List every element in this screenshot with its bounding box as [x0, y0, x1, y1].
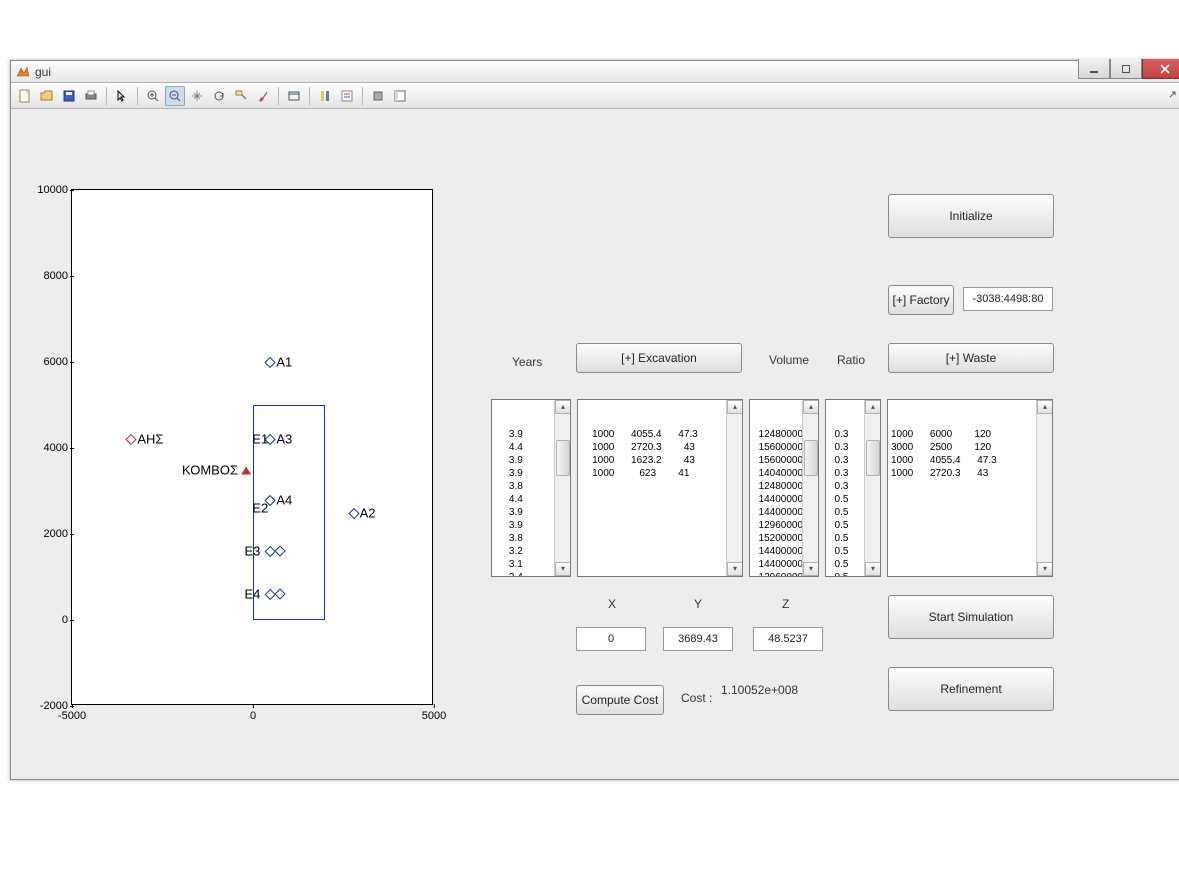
hide-tools-icon[interactable]: [368, 86, 388, 106]
minimize-button[interactable]: [1078, 59, 1110, 79]
excavation-listbox[interactable]: 1000 4055.4 47.3 1000 2720.3 43 1000 162…: [577, 399, 743, 577]
figure-content: -20000200040006000800010000-500005000A1A…: [11, 109, 1179, 779]
window-controls: [1078, 59, 1179, 79]
scroll-thumb[interactable]: [804, 440, 818, 476]
plot-point: A4: [264, 492, 292, 507]
rotate-icon[interactable]: [209, 86, 229, 106]
scroll-up-icon[interactable]: ▴: [865, 400, 881, 414]
zoom-in-icon[interactable]: [143, 86, 163, 106]
save-icon[interactable]: [59, 86, 79, 106]
years-listbox[interactable]: 3.9 4.4 3.9 3.9 3.8 4.4 3.9 3.9 3.8 3.2 …: [491, 399, 571, 577]
compute-cost-button[interactable]: Compute Cost: [576, 685, 664, 715]
print-icon[interactable]: [81, 86, 101, 106]
list-item[interactable]: 1000 1623.2 43: [581, 454, 739, 467]
axis-tick-y: 6000: [32, 356, 68, 368]
link-icon[interactable]: [284, 86, 304, 106]
axis-tick-x: 5000: [422, 710, 446, 722]
refinement-button[interactable]: Refinement: [888, 667, 1054, 711]
window-title: gui: [35, 65, 51, 79]
ratio-label: Ratio: [837, 353, 865, 367]
axis-tick-y: 4000: [32, 442, 68, 454]
cost-label: Cost :: [681, 691, 712, 705]
toolbar: [11, 83, 1179, 109]
plot-point: E3: [244, 544, 276, 559]
legend-icon[interactable]: [337, 86, 357, 106]
scroll-up-icon[interactable]: ▴: [555, 400, 571, 414]
ratio-listbox[interactable]: 0.3 0.3 0.3 0.3 0.3 0.5 0.5 0.5 0.5 0.5 …: [825, 399, 881, 577]
axis-tick-y: 10000: [32, 184, 68, 196]
scroll-thumb[interactable]: [866, 440, 880, 476]
factory-button[interactable]: [+] Factory: [888, 285, 954, 315]
list-item[interactable]: 1000 2720.3 43: [581, 441, 739, 454]
plot-point: A3: [264, 432, 292, 447]
pan-icon[interactable]: [187, 86, 207, 106]
list-item[interactable]: 1000 6000 120: [891, 428, 1049, 441]
scrollbar[interactable]: ▴ ▾: [554, 400, 570, 576]
close-button[interactable]: [1142, 59, 1179, 79]
open-folder-icon[interactable]: [37, 86, 57, 106]
scroll-down-icon[interactable]: ▾: [1037, 562, 1053, 576]
new-file-icon[interactable]: [15, 86, 35, 106]
list-item[interactable]: 1000 623 41: [581, 467, 739, 480]
axis-tick-y: 2000: [32, 528, 68, 540]
plot-point: A2: [348, 505, 376, 520]
years-label: Years: [512, 355, 542, 369]
scroll-up-icon[interactable]: ▴: [727, 400, 743, 414]
scroll-thumb[interactable]: [556, 440, 570, 476]
x-input[interactable]: [576, 627, 646, 651]
list-item[interactable]: 1000 2720.3 43: [891, 467, 1049, 480]
list-item[interactable]: 1000 4055.4 47.3: [891, 454, 1049, 467]
initialize-button[interactable]: Initialize: [888, 194, 1054, 238]
scrollbar[interactable]: ▴ ▾: [1036, 400, 1052, 576]
z-label: Z: [782, 597, 789, 611]
colorbar-icon[interactable]: [315, 86, 335, 106]
start-simulation-button[interactable]: Start Simulation: [888, 595, 1054, 639]
list-item[interactable]: 3000 2500 120: [891, 441, 1049, 454]
list-item[interactable]: 1000 4055.4 47.3: [581, 428, 739, 441]
waste-button[interactable]: [+] Waste: [888, 343, 1054, 373]
plot-point: A1: [264, 355, 292, 370]
titlebar: gui: [11, 61, 1179, 83]
scroll-down-icon[interactable]: ▾: [865, 562, 881, 576]
dock-icon[interactable]: [1164, 86, 1179, 106]
y-input[interactable]: [663, 627, 733, 651]
axis-tick-x: -5000: [58, 710, 86, 722]
volume-label: Volume: [769, 353, 809, 367]
plot-axes[interactable]: -20000200040006000800010000-500005000A1A…: [71, 189, 433, 705]
scroll-down-icon[interactable]: ▾: [727, 562, 743, 576]
scrollbar[interactable]: ▴ ▾: [864, 400, 880, 576]
plot-point: E1: [252, 432, 268, 447]
excavation-button[interactable]: [+] Excavation: [576, 343, 742, 373]
data-cursor-icon[interactable]: [231, 86, 251, 106]
matlab-icon: [15, 64, 31, 80]
plot-point: ΚΟΜΒΟΣ: [182, 462, 252, 477]
axis-tick-x: 0: [250, 710, 256, 722]
scroll-down-icon[interactable]: ▾: [555, 562, 571, 576]
axis-tick-y: 8000: [32, 270, 68, 282]
plot-point: ΑΗΣ: [125, 432, 163, 447]
scrollbar[interactable]: ▴ ▾: [802, 400, 818, 576]
app-window: gui -20: [10, 60, 1179, 780]
scroll-up-icon[interactable]: ▴: [803, 400, 819, 414]
show-tools-icon[interactable]: [390, 86, 410, 106]
scrollbar[interactable]: ▴ ▾: [726, 400, 742, 576]
plot-point: E4: [244, 587, 276, 602]
x-label: X: [608, 597, 616, 611]
zoom-out-icon[interactable]: [165, 86, 185, 106]
maximize-button[interactable]: [1110, 59, 1142, 79]
z-input[interactable]: [753, 627, 823, 651]
scroll-up-icon[interactable]: ▴: [1037, 400, 1053, 414]
scroll-down-icon[interactable]: ▾: [803, 562, 819, 576]
axis-tick-y: 0: [32, 614, 68, 626]
waste-listbox[interactable]: 1000 6000 1203000 2500 1201000 4055.4 47…: [887, 399, 1053, 577]
y-label: Y: [694, 597, 702, 611]
brush-icon[interactable]: [253, 86, 273, 106]
plot-point: E2: [252, 501, 268, 516]
factory-coords-input[interactable]: [963, 287, 1053, 311]
pointer-icon[interactable]: [112, 86, 132, 106]
cost-value: 1.10052e+008: [721, 683, 798, 697]
volume-listbox[interactable]: 12480000 15600000 15600000 14040000 1248…: [749, 399, 819, 577]
